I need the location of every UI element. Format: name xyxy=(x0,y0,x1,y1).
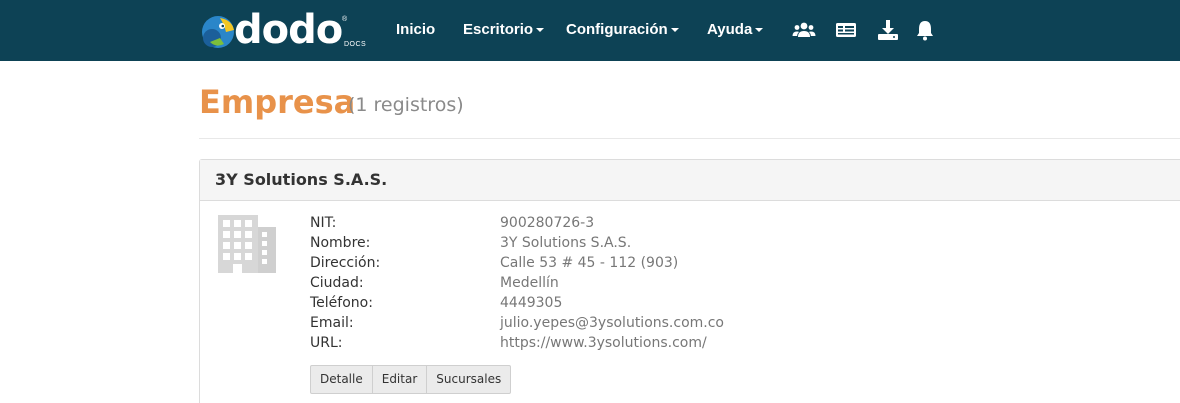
logo-subtitle: DOCS xyxy=(344,41,367,48)
sucursales-button[interactable]: Sucursales xyxy=(426,365,512,394)
dodo-docs-logo[interactable]: dodo ® DOCS xyxy=(200,7,370,54)
nav-configuracion-dropdown[interactable]: Configuración xyxy=(566,20,679,40)
top-navbar: dodo ® DOCS Inicio Escritorio Configurac… xyxy=(0,0,1180,61)
ciudad-value: Medellín xyxy=(500,275,559,291)
caret-down-icon xyxy=(536,28,545,33)
nav-ayuda-dropdown[interactable]: Ayuda xyxy=(707,20,764,40)
direccion-value: Calle 53 # 45 - 112 (903) xyxy=(500,255,679,271)
company-name-heading: 3Y Solutions S.A.S. xyxy=(215,170,388,189)
logo-text: dodo xyxy=(234,7,343,53)
telefono-label: Teléfono: xyxy=(310,295,373,311)
download-icon[interactable] xyxy=(876,18,900,42)
editar-button[interactable]: Editar xyxy=(371,365,428,394)
url-value: https://www.3ysolutions.com/ xyxy=(500,335,707,351)
nav-ayuda-label: Ayuda xyxy=(707,21,753,38)
url-label: URL: xyxy=(310,335,343,351)
nit-value: 900280726-3 xyxy=(500,215,595,231)
caret-down-icon xyxy=(670,28,679,33)
detalle-button[interactable]: Detalle xyxy=(310,365,373,394)
users-icon[interactable] xyxy=(792,18,816,42)
caret-down-icon xyxy=(755,28,764,33)
ciudad-label: Ciudad: xyxy=(310,275,364,291)
id-card-icon[interactable] xyxy=(834,18,858,42)
panel-heading: 3Y Solutions S.A.S. xyxy=(200,160,1180,201)
building-icon xyxy=(218,215,276,273)
nombre-label: Nombre: xyxy=(310,235,371,251)
telefono-value: 4449305 xyxy=(500,295,563,311)
nav-inicio[interactable]: Inicio xyxy=(396,20,435,40)
nav-escritorio-dropdown[interactable]: Escritorio xyxy=(463,20,545,40)
company-panel: 3Y Solutions S.A.S. NIT: 900280726-3 Nom… xyxy=(199,159,1180,403)
page-title: Empresa xyxy=(199,83,356,121)
nit-label: NIT: xyxy=(310,215,337,231)
nav-configuracion-label: Configuración xyxy=(566,21,668,38)
nombre-value: 3Y Solutions S.A.S. xyxy=(500,235,632,251)
email-label: Email: xyxy=(310,315,354,331)
email-value: julio.yepes@3ysolutions.com.co xyxy=(500,315,724,331)
record-count: (1 registros) xyxy=(348,94,464,116)
nav-escritorio-label: Escritorio xyxy=(463,21,534,38)
company-actions: Detalle Editar Sucursales xyxy=(310,365,512,394)
direccion-label: Dirección: xyxy=(310,255,381,271)
nav-inicio-label: Inicio xyxy=(396,21,436,38)
header-divider xyxy=(199,138,1180,139)
logo-registered-mark: ® xyxy=(342,16,348,23)
bell-icon[interactable] xyxy=(913,18,937,42)
